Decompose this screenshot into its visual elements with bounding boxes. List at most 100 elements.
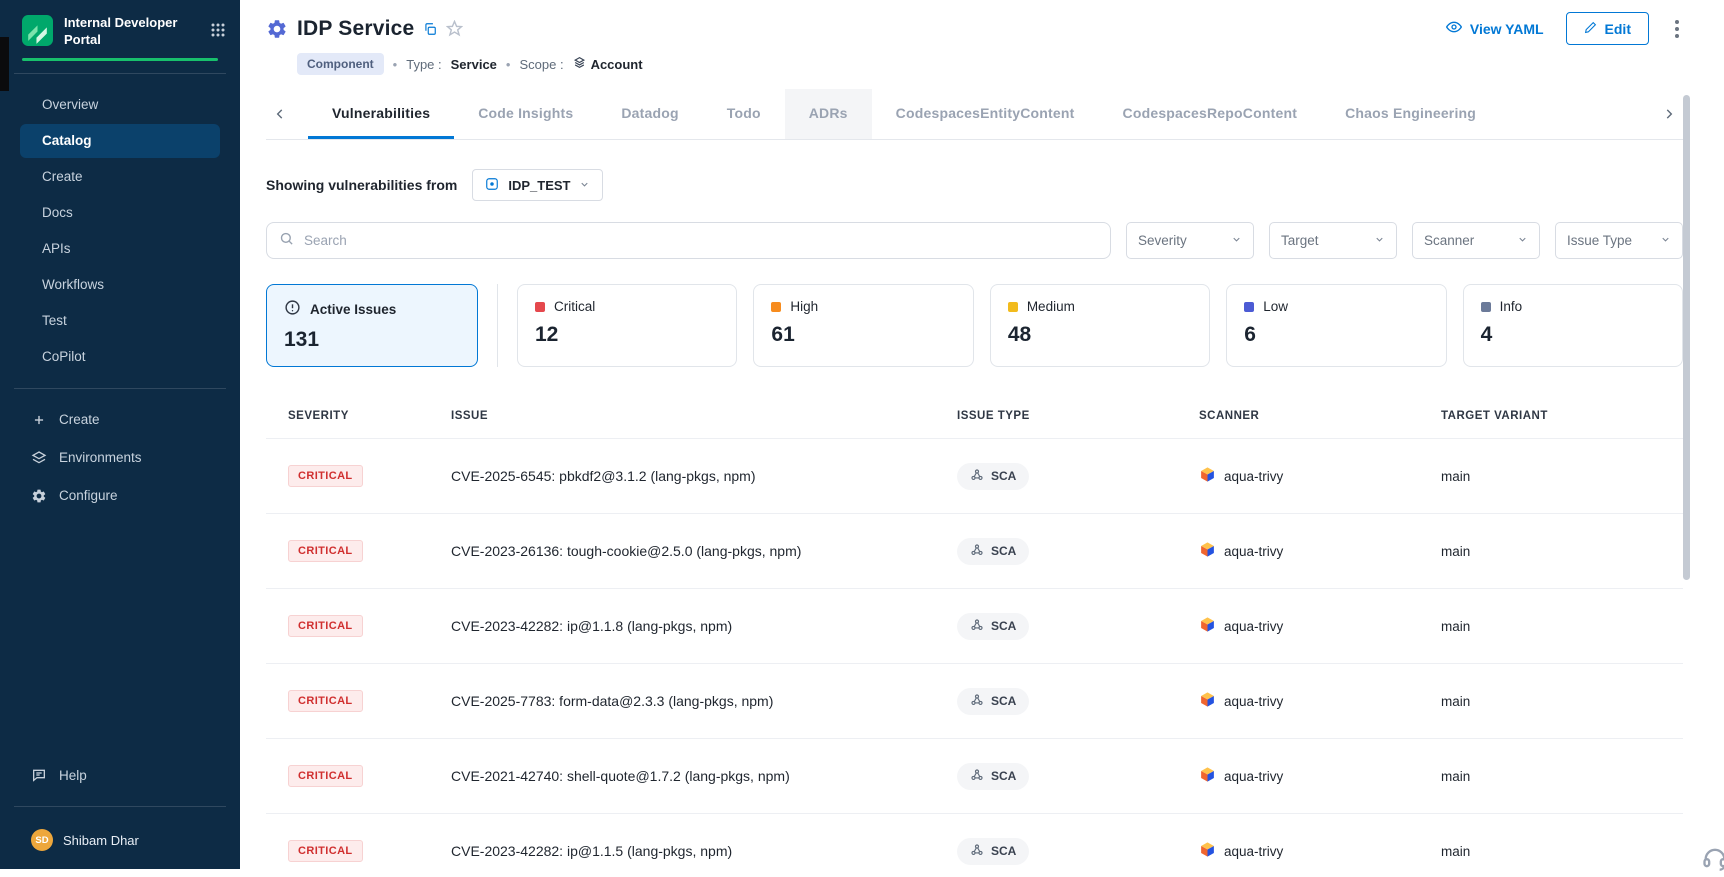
sidebar-actions: Create Environments Configure [0, 401, 240, 515]
scope-label: Scope : [519, 57, 563, 72]
more-options-icon[interactable] [1671, 16, 1683, 42]
sca-icon [970, 693, 984, 710]
scanner-cell: aqua-trivy [1199, 691, 1441, 711]
low-card[interactable]: Low 6 [1226, 284, 1446, 367]
sidebar-item-test[interactable]: Test [20, 304, 220, 338]
critical-card[interactable]: Critical 12 [517, 284, 737, 367]
filter-issue-type-select[interactable]: Issue Type [1555, 222, 1683, 259]
issue-type-badge: SCA [957, 688, 1029, 715]
tab-codespaces-repo-content[interactable]: CodespacesRepoContent [1099, 89, 1322, 139]
tab-todo[interactable]: Todo [703, 89, 785, 139]
tab-chaos-engineering[interactable]: Chaos Engineering [1321, 89, 1500, 139]
plus-icon [30, 413, 47, 427]
search-icon [279, 231, 294, 251]
sidebar-action-create[interactable]: Create [22, 401, 218, 439]
severity-badge: CRITICAL [288, 765, 363, 787]
sidebar-action-environments[interactable]: Environments [22, 439, 218, 477]
issue-type-badge: SCA [957, 463, 1029, 490]
trivy-icon [1199, 841, 1216, 861]
scope-value: Account [573, 56, 643, 72]
chevron-right-icon[interactable] [1655, 107, 1683, 121]
medium-color-square [1008, 302, 1018, 312]
chevron-down-icon [1517, 233, 1528, 248]
table-row[interactable]: CRITICAL CVE-2021-42740: shell-quote@1.7… [266, 738, 1683, 813]
high-count: 61 [771, 323, 955, 347]
active-issues-card[interactable]: Active Issues 131 [266, 284, 478, 367]
info-count: 4 [1481, 323, 1665, 347]
tab-codespaces-entity-content[interactable]: CodespacesEntityContent [872, 89, 1099, 139]
type-value: Service [451, 57, 497, 72]
page-title: IDP Service [297, 17, 414, 41]
main-content: IDP Service View YAML Edit [240, 0, 1724, 869]
view-yaml-button[interactable]: View YAML [1446, 19, 1544, 38]
info-card[interactable]: Info 4 [1463, 284, 1683, 367]
sca-icon [970, 768, 984, 785]
filter-target-select[interactable]: Target [1269, 222, 1397, 259]
sidebar-item-docs[interactable]: Docs [20, 196, 220, 230]
table-row[interactable]: CRITICAL CVE-2023-26136: tough-cookie@2.… [266, 513, 1683, 588]
tabs: Vulnerabilities Code Insights Datadog To… [308, 89, 1655, 139]
sidebar: Internal Developer Portal Overview Catal… [0, 0, 240, 869]
sidebar-help[interactable]: Help [22, 756, 218, 794]
trivy-icon [1199, 616, 1216, 636]
issue-text: CVE-2025-6545: pbkdf2@3.1.2 (lang-pkgs, … [451, 468, 957, 484]
tab-code-insights[interactable]: Code Insights [454, 89, 597, 139]
medium-count: 48 [1008, 323, 1192, 347]
star-icon[interactable] [446, 20, 463, 37]
portal-logo[interactable] [22, 15, 53, 46]
type-label: Type : [406, 57, 441, 72]
severity-badge: CRITICAL [288, 840, 363, 862]
copy-icon[interactable] [423, 22, 437, 36]
chevron-left-icon[interactable] [266, 107, 294, 121]
chevron-down-icon [1374, 233, 1385, 248]
target-variant: main [1441, 469, 1683, 484]
target-variant: main [1441, 544, 1683, 559]
sidebar-item-workflows[interactable]: Workflows [20, 268, 220, 302]
user-menu[interactable]: SD Shibam Dhar [0, 819, 240, 869]
low-count: 6 [1244, 323, 1428, 347]
tab-adrs[interactable]: ADRs [785, 89, 872, 139]
issue-type-badge: SCA [957, 538, 1029, 565]
sidebar-action-configure[interactable]: Configure [22, 477, 218, 515]
table-row[interactable]: CRITICAL CVE-2023-42282: ip@1.1.8 (lang-… [266, 588, 1683, 663]
search-input[interactable] [304, 233, 1098, 248]
sidebar-item-overview[interactable]: Overview [20, 88, 220, 122]
apps-grid-icon[interactable] [210, 22, 226, 43]
scanner-cell: aqua-trivy [1199, 541, 1441, 561]
active-issues-label: Active Issues [310, 302, 396, 317]
service-gear-icon [266, 18, 288, 40]
tab-datadog[interactable]: Datadog [597, 89, 702, 139]
scanner-cell: aqua-trivy [1199, 766, 1441, 786]
filter-scanner-select[interactable]: Scanner [1412, 222, 1540, 259]
support-headset-icon[interactable] [1701, 844, 1724, 877]
table-row[interactable]: CRITICAL CVE-2025-7783: form-data@2.3.3 … [266, 663, 1683, 738]
target-variant: main [1441, 844, 1683, 859]
issue-text: CVE-2023-26136: tough-cookie@2.5.0 (lang… [451, 543, 957, 559]
chevron-down-icon [1231, 233, 1242, 248]
scope-icon [573, 56, 586, 72]
sidebar-divider [14, 73, 226, 74]
sidebar-item-create[interactable]: Create [20, 160, 220, 194]
trivy-icon [1199, 466, 1216, 486]
sidebar-divider [14, 388, 226, 389]
filter-severity-select[interactable]: Severity [1126, 222, 1254, 259]
source-selector[interactable]: IDP_TEST [472, 169, 603, 201]
scrollbar[interactable] [1683, 95, 1690, 580]
sidebar-item-catalog[interactable]: Catalog [20, 124, 220, 158]
info-color-square [1481, 302, 1491, 312]
medium-card[interactable]: Medium 48 [990, 284, 1210, 367]
high-card[interactable]: High 61 [753, 284, 973, 367]
target-variant: main [1441, 769, 1683, 784]
trivy-icon [1199, 541, 1216, 561]
scanner-cell: aqua-trivy [1199, 841, 1441, 861]
sidebar-item-copilot[interactable]: CoPilot [20, 340, 220, 374]
project-icon [485, 177, 499, 194]
issue-type-badge: SCA [957, 838, 1029, 865]
col-issue: ISSUE [451, 410, 957, 422]
table-row[interactable]: CRITICAL CVE-2025-6545: pbkdf2@3.1.2 (la… [266, 438, 1683, 513]
edit-button[interactable]: Edit [1566, 12, 1649, 45]
tab-vulnerabilities[interactable]: Vulnerabilities [308, 89, 454, 139]
col-issue-type: ISSUE TYPE [957, 410, 1199, 422]
table-row[interactable]: CRITICAL CVE-2023-42282: ip@1.1.5 (lang-… [266, 813, 1683, 869]
sidebar-item-apis[interactable]: APIs [20, 232, 220, 266]
